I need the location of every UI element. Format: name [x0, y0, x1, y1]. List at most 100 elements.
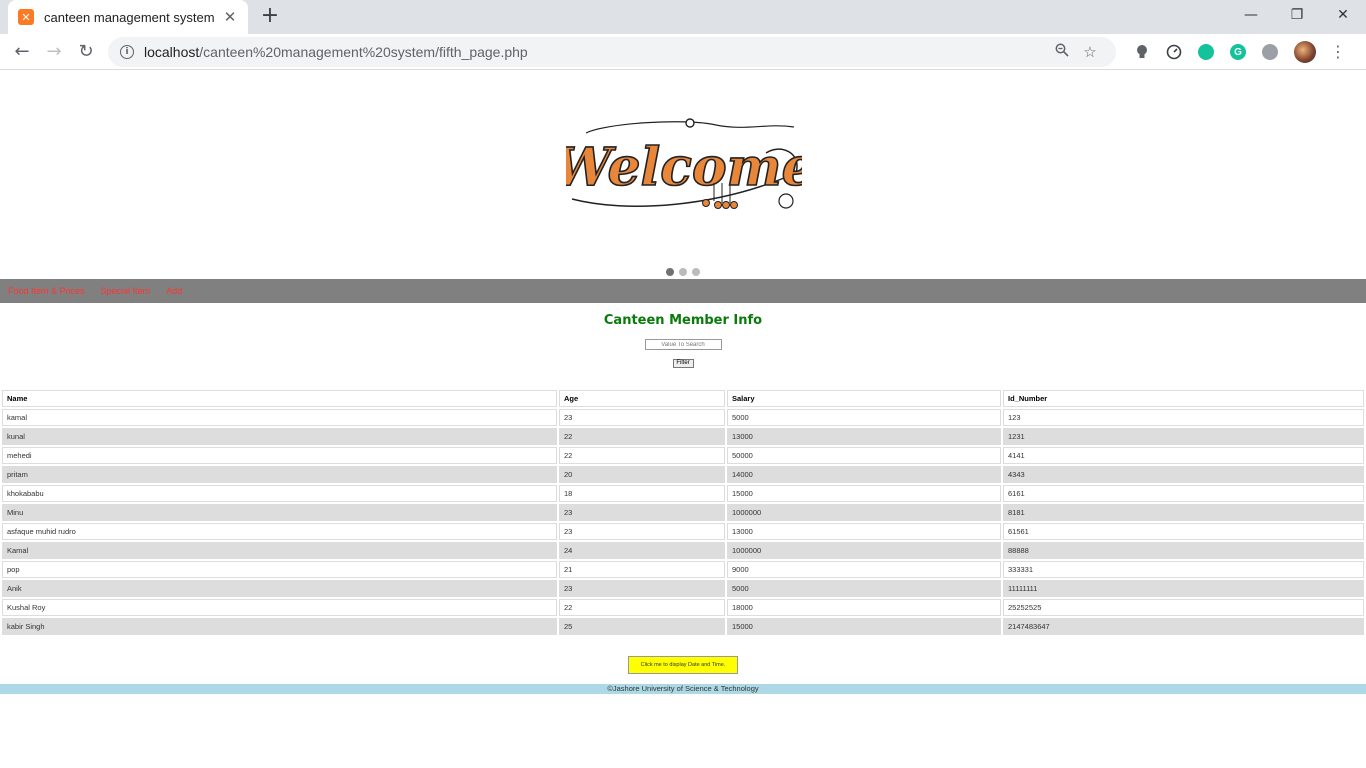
browser-tab[interactable]: ✕ canteen management system ✕: [8, 0, 248, 34]
cell-name: asfaque muhid rudro: [2, 523, 557, 540]
table-header-row: Name Age Salary Id_Number: [2, 390, 1364, 407]
table-row: pritam 20 14000 4343: [2, 466, 1364, 483]
refresh-extension-icon[interactable]: [1190, 38, 1222, 66]
cell-name: Kushal Roy: [2, 599, 557, 616]
cell-salary: 1000000: [727, 542, 1001, 559]
cell-age: 18: [559, 485, 725, 502]
cell-salary: 15000: [727, 618, 1001, 635]
site-navbar: Food Item & Prices Special Item Add: [0, 279, 1366, 303]
cell-name: kabir Singh: [2, 618, 557, 635]
cell-age: 25: [559, 618, 725, 635]
address-bar[interactable]: i localhost/canteen%20management%20syste…: [108, 37, 1116, 67]
restore-button[interactable]: ❐: [1274, 0, 1320, 30]
member-table: Name Age Salary Id_Number kamal 23 5000 123…: [0, 388, 1366, 637]
grammarly-extension-icon[interactable]: G: [1222, 38, 1254, 66]
cell-id-number: 4343: [1003, 466, 1364, 483]
table-row: khokababu 18 15000 6161: [2, 485, 1364, 502]
close-window-button[interactable]: ✕: [1320, 0, 1366, 30]
extension-icons: G ⋮: [1126, 38, 1350, 66]
column-header-age: Age: [559, 390, 725, 407]
profile-avatar[interactable]: [1294, 41, 1316, 63]
browser-menu-icon[interactable]: ⋮: [1326, 44, 1350, 60]
bookmark-star-icon[interactable]: ☆: [1076, 43, 1104, 61]
tab-close-icon[interactable]: ✕: [222, 8, 238, 26]
site-info-icon[interactable]: i: [120, 45, 134, 59]
search-input[interactable]: [644, 339, 722, 350]
xampp-favicon-icon: ✕: [18, 9, 34, 25]
page-viewport: Welcome Food Item & Prices Special Item …: [0, 71, 1366, 768]
window-controls: — ❐ ✕: [1228, 0, 1366, 30]
minimize-button[interactable]: —: [1228, 0, 1274, 30]
cell-id-number: 61561: [1003, 523, 1364, 540]
cell-age: 22: [559, 447, 725, 464]
cell-salary: 9000: [727, 561, 1001, 578]
cell-name: pritam: [2, 466, 557, 483]
slide-dot-1[interactable]: [666, 268, 674, 276]
cell-id-number: 11111111: [1003, 580, 1364, 597]
blocked-extension-icon[interactable]: [1254, 38, 1286, 66]
new-tab-button[interactable]: +: [258, 5, 282, 29]
table-row: Anik 23 5000 11111111: [2, 580, 1364, 597]
cell-salary: 50000: [727, 447, 1001, 464]
welcome-image: Welcome: [566, 118, 802, 209]
column-header-id-number: Id_Number: [1003, 390, 1364, 407]
browser-toolbar: ← → ↻ i localhost/canteen%20management%2…: [0, 34, 1366, 70]
cell-age: 24: [559, 542, 725, 559]
forward-button[interactable]: →: [38, 36, 70, 68]
reload-button[interactable]: ↻: [70, 36, 102, 68]
cell-age: 22: [559, 599, 725, 616]
cell-name: Kamal: [2, 542, 557, 559]
table-row: Kamal 24 1000000 88888: [2, 542, 1364, 559]
cell-name: kunal: [2, 428, 557, 445]
cell-age: 23: [559, 504, 725, 521]
cell-id-number: 8181: [1003, 504, 1364, 521]
cell-salary: 18000: [727, 599, 1001, 616]
cell-id-number: 25252525: [1003, 599, 1364, 616]
cell-id-number: 6161: [1003, 485, 1364, 502]
cell-name: pop: [2, 561, 557, 578]
cell-id-number: 123: [1003, 409, 1364, 426]
tab-title: canteen management system: [44, 9, 215, 25]
cell-salary: 13000: [727, 428, 1001, 445]
table-row: kabir Singh 25 15000 2147483647: [2, 618, 1364, 635]
cell-id-number: 1231: [1003, 428, 1364, 445]
date-time-button[interactable]: Click me to display Date and Time.: [628, 656, 738, 674]
welcome-text: Welcome: [566, 137, 802, 198]
cell-salary: 5000: [727, 409, 1001, 426]
cell-id-number: 2147483647: [1003, 618, 1364, 635]
browser-tabbar: ✕ canteen management system ✕ + — ❐ ✕: [0, 0, 1366, 34]
slideshow-dots: [666, 268, 700, 276]
nav-link-special-item[interactable]: Special Item: [101, 286, 151, 296]
filter-button[interactable]: Filter: [672, 358, 694, 368]
cell-age: 23: [559, 523, 725, 540]
bulb-extension-icon[interactable]: [1126, 38, 1158, 66]
cell-id-number: 333331: [1003, 561, 1364, 578]
cell-age: 21: [559, 561, 725, 578]
url-text[interactable]: localhost/canteen%20management%20system/…: [144, 44, 1048, 60]
speed-extension-icon[interactable]: [1158, 38, 1190, 66]
nav-link-add[interactable]: Add: [166, 286, 182, 296]
zoom-icon[interactable]: [1048, 43, 1076, 61]
cell-age: 22: [559, 428, 725, 445]
cell-age: 23: [559, 409, 725, 426]
nav-link-food-items[interactable]: Food Item & Prices: [8, 286, 85, 296]
column-header-salary: Salary: [727, 390, 1001, 407]
slide-dot-2[interactable]: [679, 268, 687, 276]
back-button[interactable]: ←: [6, 36, 38, 68]
cell-age: 20: [559, 466, 725, 483]
main-content: Canteen Member Info Filter: [0, 313, 1366, 368]
table-body: kamal 23 5000 123 kunal 22 13000 1231 mehedi 22 50…: [2, 409, 1364, 635]
cell-age: 23: [559, 580, 725, 597]
cell-name: khokababu: [2, 485, 557, 502]
slideshow-banner: Welcome: [0, 71, 1366, 279]
slide-dot-3[interactable]: [692, 268, 700, 276]
cell-id-number: 4141: [1003, 447, 1364, 464]
cell-salary: 1000000: [727, 504, 1001, 521]
cell-id-number: 88888: [1003, 542, 1364, 559]
cell-name: mehedi: [2, 447, 557, 464]
cell-salary: 14000: [727, 466, 1001, 483]
cell-name: Anik: [2, 580, 557, 597]
footer: ©Jashore University of Science & Technol…: [0, 684, 1366, 694]
cell-name: Minu: [2, 504, 557, 521]
table-row: kamal 23 5000 123: [2, 409, 1364, 426]
